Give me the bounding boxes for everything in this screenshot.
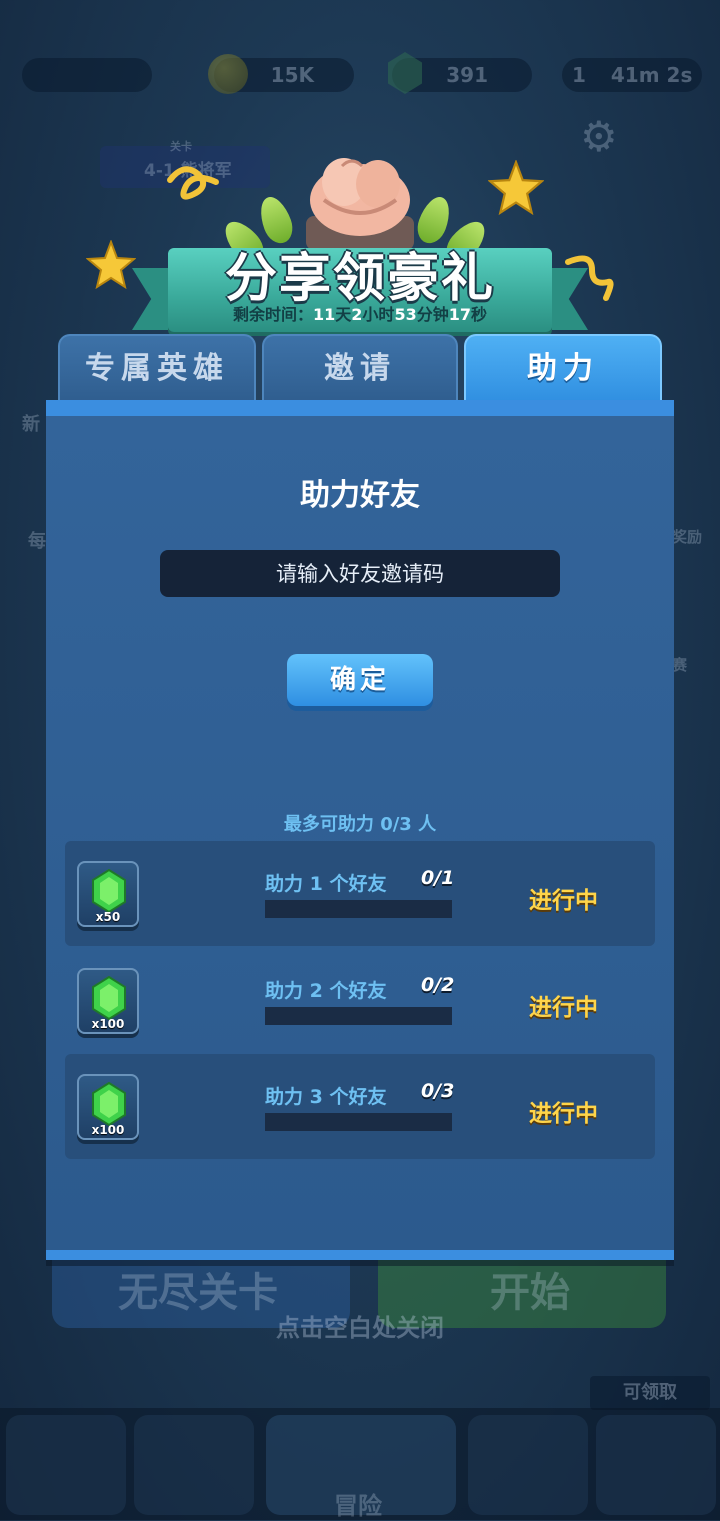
progress-bar [265,1113,452,1131]
task-row: x100 助力 2 个好友 0/2 进行中 [65,948,655,1053]
stage-badge: 关卡 [170,140,192,153]
task-status: 进行中 [529,888,598,914]
ribbon-curl-icon [167,166,219,200]
task-row: x100 助力 3 个好友 0/3 进行中 [65,1054,655,1159]
coin-amount: 15K [270,63,314,87]
green-gem-icon [92,869,126,913]
time-hours-unit: 小时 [362,305,395,324]
task-row: x50 助力 1 个好友 0/1 进行中 [65,841,655,946]
time-prefix: 剩余时间： [232,305,313,324]
claimable-tag: 可领取 [590,1376,710,1410]
task-label: 助力 2 个好友 [265,980,387,1002]
task-progress: 0/1 [421,867,455,889]
task-status: 进行中 [529,995,598,1021]
gem-amount: 391 [446,63,488,87]
green-gem-icon [92,1082,126,1126]
max-help-text: 最多可助力 0/3 人 [283,814,437,835]
tab-assist[interactable]: 助力 [464,334,662,404]
side-label-5: 赛 [672,656,688,674]
task-label: 助力 3 个好友 [265,1086,387,1108]
reward-quantity: x100 [91,1123,125,1137]
coin-icon [208,54,248,94]
side-label-2: 每 [28,531,46,552]
task-progress: 0/3 [421,1080,455,1102]
tab-exclusive-hero[interactable]: 专属英雄 [58,334,256,404]
time-days-unit: 天 [335,305,352,324]
tab-invite[interactable]: 邀请 [262,334,458,404]
star-icon [488,160,544,216]
event-title: 分享领豪礼 [224,249,495,309]
nav-item-1 [6,1415,126,1515]
nav-item-4 [468,1415,588,1515]
remaining-time: 剩余时间：11天2小时53分钟17秒 [168,301,552,325]
reward-slot[interactable]: x100 [77,968,139,1034]
reward-quantity: x100 [91,1017,125,1031]
panel-title: 助力好友 [300,478,420,513]
task-progress: 0/2 [421,974,455,996]
nav-item-5 [596,1415,716,1515]
time-hours: 2 [351,305,363,324]
level-bar [22,58,152,92]
gear-icon: ⚙ [580,112,618,161]
time-minutes: 53 [394,305,417,324]
side-label-1: 新 [22,414,40,435]
energy-count: 1 [572,63,586,87]
reward-slot[interactable]: x100 [77,1074,139,1140]
energy-counter: 1 41m 2s [562,58,702,92]
reward-quantity: x50 [95,910,121,924]
invite-code-input[interactable] [160,550,560,597]
task-label: 助力 1 个好友 [265,873,387,895]
progress-bar [265,1007,452,1025]
progress-bar [265,900,452,918]
green-gem-icon [92,976,126,1020]
nav-adventure-label: 冒险 [334,1492,382,1520]
close-hint[interactable]: 点击空白处关闭 [0,1308,720,1343]
star-icon [86,240,136,290]
side-label-4: 奖励 [672,528,703,546]
claimable-label: 可领取 [623,1382,677,1403]
time-seconds-unit: 秒 [470,305,487,324]
confirm-button[interactable]: 确定 [287,654,433,706]
reward-slot[interactable]: x50 [77,861,139,927]
time-days: 11 [313,305,336,324]
time-minutes-unit: 分钟 [416,305,449,324]
time-seconds: 17 [448,305,471,324]
energy-timer: 41m 2s [610,63,693,87]
nav-item-2 [134,1415,254,1515]
task-status: 进行中 [529,1101,598,1127]
